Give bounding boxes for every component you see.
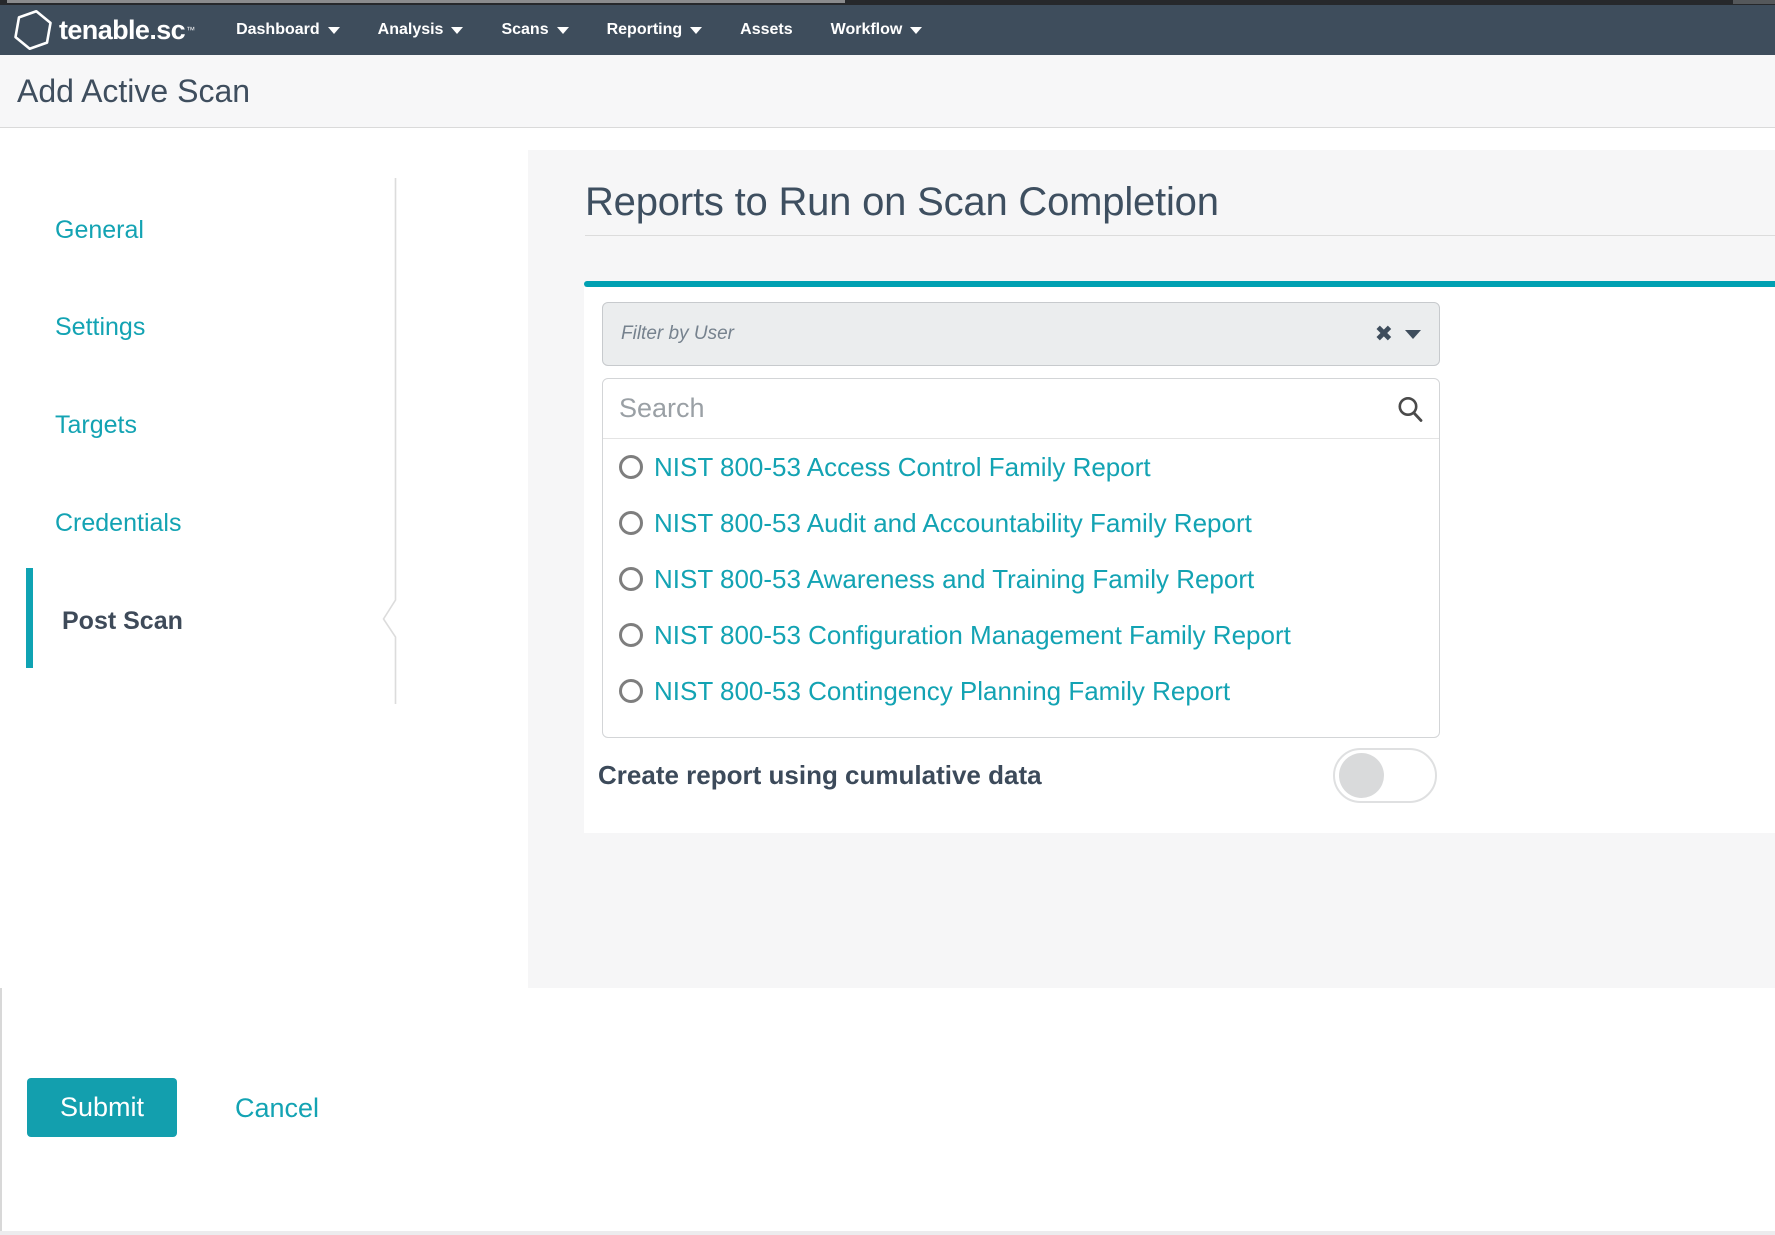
post-scan-panel: Reports to Run on Scan Completion Filter… [528, 150, 1775, 988]
radio-button[interactable] [619, 455, 643, 479]
sidebar-item-general[interactable]: General [55, 212, 144, 248]
trademark-mark: ™ [186, 21, 195, 39]
nav-item-label: Analysis [378, 21, 444, 39]
nav-item-label: Dashboard [236, 21, 320, 39]
search-row [603, 379, 1439, 439]
nav-item-label: Workflow [831, 21, 903, 39]
sidebar-divider-notch [382, 178, 398, 704]
nav-menu: Dashboard Analysis Scans Reporting Asset… [217, 5, 941, 55]
report-picker: NIST 800-53 Access Control Family Report… [602, 378, 1440, 738]
radio-button[interactable] [619, 623, 643, 647]
radio-button[interactable] [619, 567, 643, 591]
chevron-down-icon [690, 27, 702, 34]
chevron-down-icon [451, 27, 463, 34]
sidebar-item-post-scan[interactable]: Post Scan [62, 603, 183, 639]
clear-filter-icon[interactable]: ✖ [1375, 323, 1393, 345]
nav-item-workflow[interactable]: Workflow [812, 21, 942, 39]
wizard-sidebar: General Settings Targets Credentials Post Sc… [0, 128, 528, 988]
search-icon[interactable] [1395, 394, 1425, 424]
sidebar-item-targets[interactable]: Targets [55, 407, 137, 443]
nav-item-reporting[interactable]: Reporting [588, 21, 722, 39]
brand-logo[interactable]: tenable.sc ™ [13, 9, 195, 51]
nav-item-label: Assets [740, 21, 792, 39]
cumulative-data-toggle[interactable] [1333, 748, 1437, 803]
search-input[interactable] [611, 393, 1395, 424]
sidebar-item-credentials[interactable]: Credentials [55, 505, 181, 541]
top-navbar: tenable.sc ™ Dashboard Analysis Scans Re… [0, 5, 1775, 55]
report-name: NIST 800-53 Contingency Planning Family … [654, 676, 1230, 707]
brand-name: tenable.sc [59, 15, 185, 46]
page-title: Add Active Scan [17, 55, 250, 127]
filter-by-user-dropdown[interactable]: Filter by User ✖ [602, 302, 1440, 366]
report-option[interactable]: NIST 800-53 Configuration Management Fam… [603, 607, 1439, 663]
report-option[interactable]: NIST 800-53 Audit and Accountability Fam… [603, 495, 1439, 551]
hexagon-logo-icon [13, 9, 53, 51]
nav-item-analysis[interactable]: Analysis [359, 21, 483, 39]
dropdown-caret-icon[interactable] [1405, 330, 1421, 339]
window-top-strip-corner [1733, 0, 1775, 4]
page-bottom-strip [0, 1231, 1775, 1235]
cancel-link[interactable]: Cancel [235, 1090, 319, 1126]
report-option[interactable]: NIST 800-53 Access Control Family Report [603, 439, 1439, 495]
nav-item-scans[interactable]: Scans [482, 21, 587, 39]
cumulative-data-label: Create report using cumulative data [598, 757, 1042, 793]
submit-button[interactable]: Submit [27, 1078, 177, 1137]
report-option[interactable]: NIST 800-53 Contingency Planning Family … [603, 663, 1439, 719]
report-option[interactable]: NIST 800-53 Awareness and Training Famil… [603, 551, 1439, 607]
reports-card: Filter by User ✖ NIST 800-53 Access Cont… [584, 287, 1775, 833]
filter-placeholder: Filter by User [621, 323, 1375, 345]
chevron-down-icon [910, 27, 922, 34]
page-title-bar: Add Active Scan [0, 55, 1775, 128]
chevron-down-icon [328, 27, 340, 34]
sidebar-item-settings[interactable]: Settings [55, 309, 145, 345]
chevron-down-icon [557, 27, 569, 34]
active-step-indicator [26, 568, 33, 668]
section-heading: Reports to Run on Scan Completion [585, 180, 1219, 225]
report-name: NIST 800-53 Configuration Management Fam… [654, 620, 1291, 651]
nav-item-dashboard[interactable]: Dashboard [217, 21, 359, 39]
nav-item-label: Scans [501, 21, 548, 39]
toggle-knob [1339, 753, 1384, 798]
nav-item-label: Reporting [607, 21, 683, 39]
heading-rule [585, 235, 1775, 236]
window-top-strip-segment [7, 0, 845, 3]
report-name: NIST 800-53 Audit and Accountability Fam… [654, 508, 1252, 539]
report-name: NIST 800-53 Awareness and Training Famil… [654, 564, 1254, 595]
radio-button[interactable] [619, 679, 643, 703]
nav-item-assets[interactable]: Assets [721, 21, 811, 39]
report-name: NIST 800-53 Access Control Family Report [654, 452, 1151, 483]
report-list: NIST 800-53 Access Control Family Report… [603, 439, 1439, 719]
radio-button[interactable] [619, 511, 643, 535]
